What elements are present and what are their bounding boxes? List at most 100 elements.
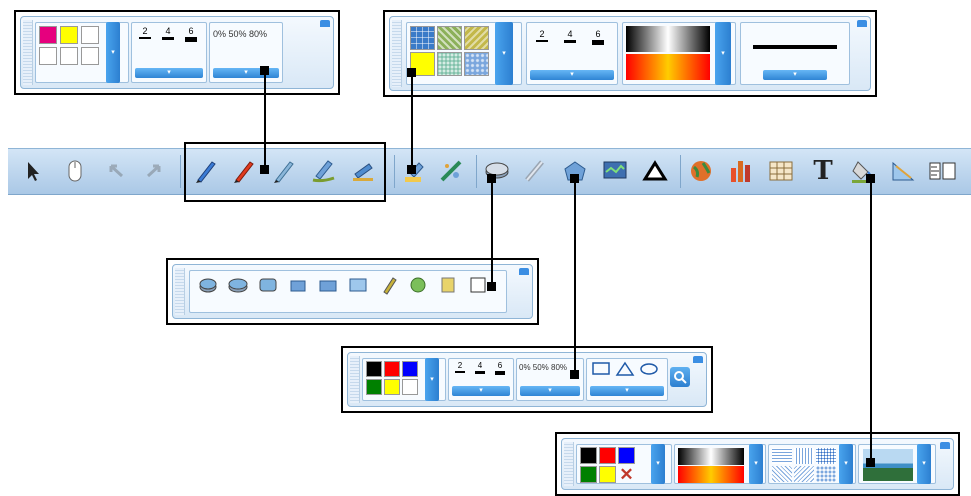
eraser-page-icon[interactable] [468, 275, 488, 295]
eraser-pen-icon[interactable] [378, 275, 398, 295]
panel-grip[interactable] [350, 356, 360, 403]
opacity-options[interactable]: 0% 50% 80% [519, 363, 567, 372]
line-style-preview[interactable] [753, 45, 837, 49]
ellipse-shape-icon[interactable] [639, 361, 659, 381]
bar-chart-icon[interactable] [726, 156, 756, 186]
no-fill-icon[interactable]: ✕ [618, 466, 635, 483]
pattern-swatch[interactable] [437, 26, 462, 50]
color-swatch[interactable] [81, 47, 99, 65]
color-swatch[interactable] [60, 47, 78, 65]
color-swatch[interactable] [60, 26, 78, 44]
color-swatch[interactable] [39, 26, 57, 44]
gradient-swatch[interactable] [678, 466, 744, 483]
eraser-medium-icon[interactable] [228, 275, 248, 295]
line-width-option[interactable]: 4 [563, 29, 577, 43]
panel-grip[interactable] [564, 442, 574, 486]
more-colors-button[interactable]: ▾ [106, 22, 120, 83]
forward-arrow-icon[interactable] [140, 156, 170, 186]
line-width-option[interactable]: 6 [493, 361, 507, 375]
panel-close-icon[interactable] [320, 20, 330, 27]
panel-close-icon[interactable] [519, 268, 529, 275]
pattern-swatch[interactable] [772, 448, 792, 464]
color-swatch[interactable] [402, 361, 418, 377]
eraser-small-icon[interactable] [198, 275, 218, 295]
pattern-swatch[interactable] [816, 466, 836, 482]
more-patterns-button[interactable]: ▾ [495, 22, 513, 85]
eraser-block-icon[interactable] [288, 275, 308, 295]
color-swatch[interactable] [580, 466, 597, 483]
callout-anchor-dot [570, 370, 579, 379]
more-colors-button[interactable]: ▾ [425, 358, 439, 401]
color-swatch[interactable] [366, 361, 382, 377]
more-patterns-button[interactable]: ▾ [839, 444, 853, 484]
line-tool-icon[interactable] [520, 156, 550, 186]
toolbar-divider [394, 155, 395, 188]
pattern-swatch[interactable] [772, 466, 792, 482]
opacity-dropdown-button[interactable]: ▾ [520, 386, 580, 396]
line-width-option[interactable]: 4 [473, 361, 487, 374]
color-swatch[interactable] [366, 379, 382, 395]
ruler-icon[interactable] [928, 156, 958, 186]
pattern-swatch[interactable] [816, 448, 836, 464]
more-gradients-button[interactable]: ▾ [749, 444, 763, 484]
more-images-button[interactable]: ▾ [917, 444, 931, 484]
line-style-dropdown-button[interactable]: ▾ [763, 70, 827, 80]
pattern-swatch[interactable] [464, 52, 489, 76]
eraser-wide-icon[interactable] [318, 275, 338, 295]
line-width-option[interactable]: 2 [453, 361, 467, 373]
rectangle-shape-icon[interactable] [591, 361, 611, 381]
fill-triangle-icon[interactable] [640, 156, 670, 186]
shape-dropdown-button[interactable]: ▾ [590, 386, 664, 396]
color-swatch[interactable] [384, 379, 400, 395]
line-width-option[interactable]: 6 [591, 29, 605, 45]
panel-grip[interactable] [175, 268, 185, 315]
gradient-swatch[interactable] [626, 54, 710, 80]
more-gradients-button[interactable]: ▾ [715, 22, 731, 85]
eraser-stroke-icon[interactable] [438, 275, 458, 295]
table-icon[interactable] [766, 156, 796, 186]
line-width-option[interactable]: 6 [184, 26, 198, 42]
magic-pen-icon[interactable] [436, 156, 466, 186]
pattern-swatch[interactable] [464, 26, 489, 50]
panel-close-icon[interactable] [857, 20, 867, 27]
line-width-option[interactable]: 2 [138, 26, 152, 39]
screen-shade-icon[interactable] [600, 156, 630, 186]
panel-grip[interactable] [392, 20, 402, 87]
pattern-swatch[interactable] [794, 466, 814, 482]
width-dropdown-button[interactable]: ▾ [135, 68, 203, 78]
pattern-swatch[interactable] [410, 26, 435, 50]
select-arrow-icon[interactable] [18, 156, 48, 186]
color-swatch[interactable] [618, 447, 635, 464]
color-swatch[interactable] [39, 47, 57, 65]
color-swatch[interactable] [384, 361, 400, 377]
text-tool-icon[interactable]: T [808, 156, 838, 186]
panel-close-icon[interactable] [693, 356, 703, 363]
opacity-options[interactable]: 0% 50% 80% [213, 29, 267, 39]
more-colors-button[interactable]: ▾ [651, 444, 665, 484]
pattern-swatch[interactable] [794, 448, 814, 464]
gradient-swatch[interactable] [626, 26, 710, 52]
width-dropdown-button[interactable]: ▾ [530, 70, 614, 80]
panel-grip[interactable] [23, 20, 33, 85]
triangle-shape-icon[interactable] [615, 361, 635, 381]
gradient-swatch[interactable] [678, 448, 744, 465]
search-tool-button[interactable] [670, 367, 690, 387]
line-width-option[interactable]: 4 [161, 26, 175, 40]
opacity-dropdown-button[interactable]: ▾ [213, 68, 279, 78]
line-width-option[interactable]: 2 [535, 29, 549, 42]
globe-icon[interactable] [686, 156, 716, 186]
pattern-swatch[interactable] [437, 52, 462, 76]
eraser-area-icon[interactable] [348, 275, 368, 295]
color-swatch[interactable] [402, 379, 418, 395]
mouse-icon[interactable] [60, 156, 90, 186]
eraser-large-icon[interactable] [258, 275, 278, 295]
color-swatch[interactable] [81, 26, 99, 44]
back-arrow-icon[interactable] [100, 156, 130, 186]
eraser-clear-icon[interactable] [408, 275, 428, 295]
width-dropdown-button[interactable]: ▾ [452, 386, 510, 396]
color-swatch[interactable] [599, 466, 616, 483]
panel-close-icon[interactable] [940, 442, 950, 449]
color-swatch[interactable] [580, 447, 597, 464]
color-swatch[interactable] [599, 447, 616, 464]
measure-tool-icon[interactable] [888, 156, 918, 186]
